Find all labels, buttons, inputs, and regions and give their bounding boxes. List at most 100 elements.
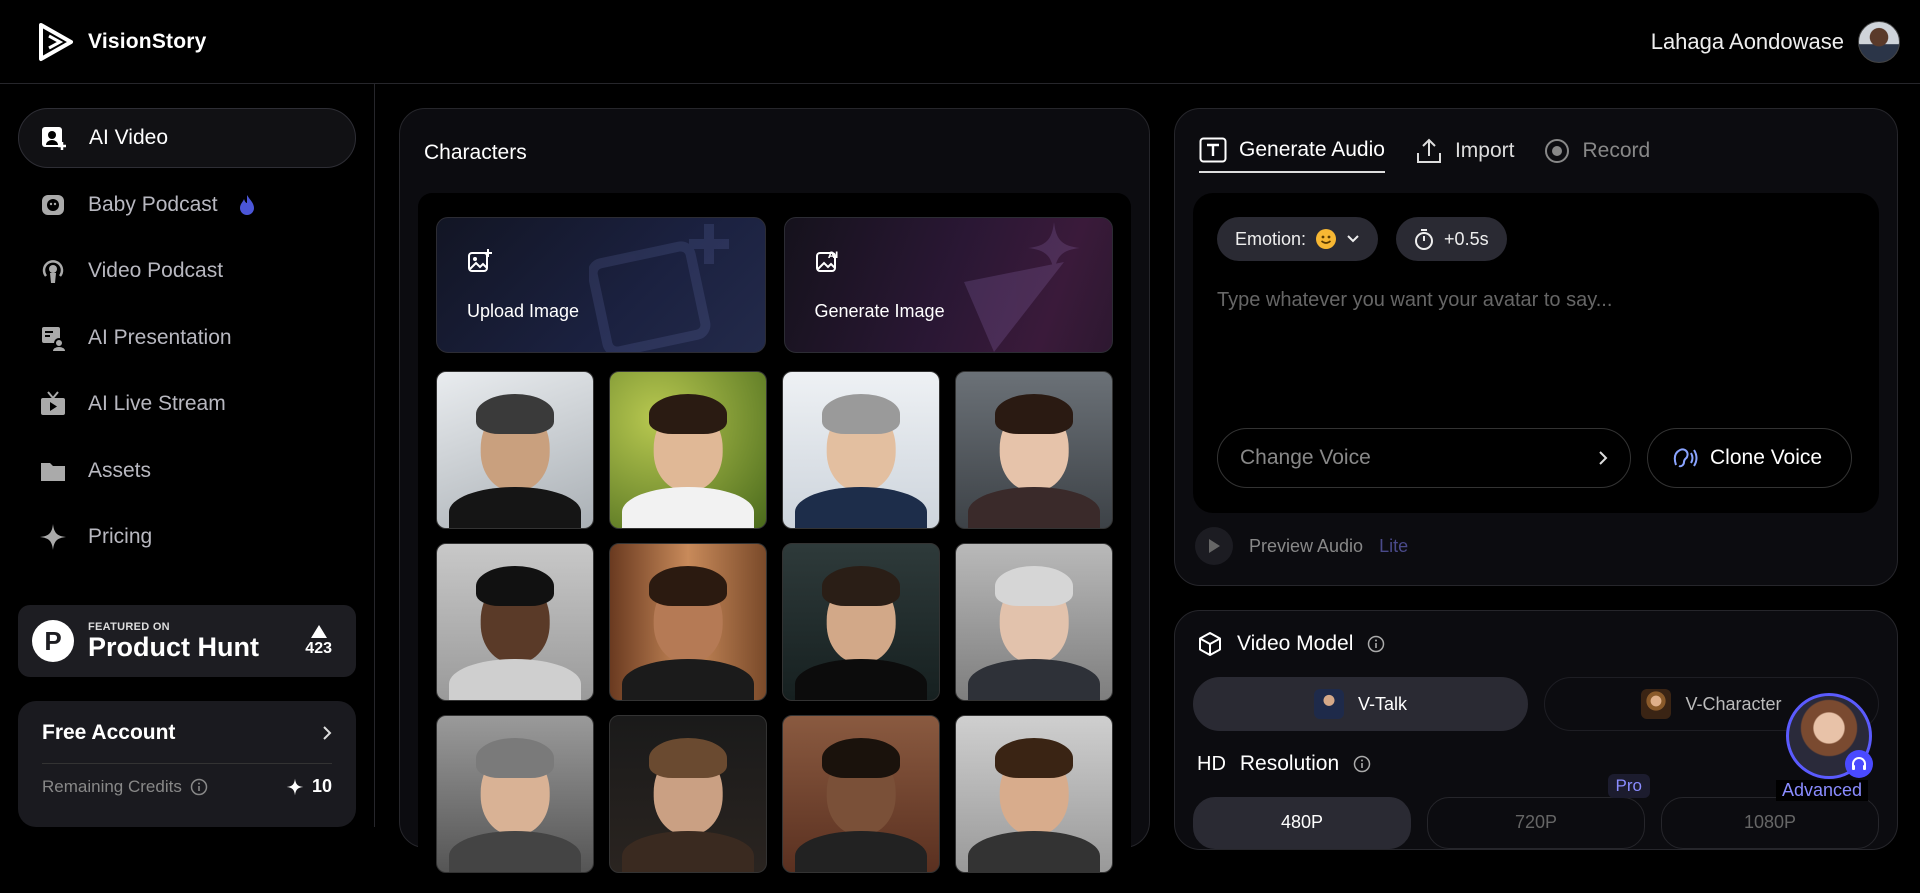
pause-label: +0.5s (1444, 228, 1489, 249)
tab-record[interactable]: Record (1544, 129, 1650, 173)
chevron-down-icon (1346, 234, 1360, 244)
video-model-header: Video Model (1193, 611, 1879, 677)
character-card[interactable] (955, 371, 1113, 529)
tab-label: Generate Audio (1239, 138, 1385, 161)
app-name: VisionStory (88, 29, 207, 53)
ai-video-icon (39, 123, 69, 153)
sidebar-item-label: AI Live Stream (88, 392, 226, 415)
folder-icon (38, 456, 68, 486)
upload-image-button[interactable]: Upload Image (436, 217, 766, 353)
info-icon[interactable] (190, 778, 208, 796)
headset-icon (1845, 750, 1873, 778)
support-avatar-button[interactable] (1786, 693, 1873, 779)
character-card[interactable] (436, 715, 594, 873)
play-button[interactable] (1195, 527, 1233, 565)
model-option-v-talk[interactable]: V-Talk (1193, 677, 1528, 731)
timer-icon (1414, 228, 1434, 250)
free-account-row[interactable]: Free Account (42, 721, 332, 764)
sparkle-icon (286, 778, 304, 796)
user-menu[interactable]: Lahaga Aondowase (1651, 20, 1900, 63)
chevron-right-icon (1598, 450, 1608, 466)
script-editor: Emotion: +0.5s Type whatever you want yo… (1193, 193, 1879, 513)
character-card[interactable] (609, 715, 767, 873)
sidebar-item-assets[interactable]: Assets (18, 441, 356, 501)
info-icon[interactable] (1367, 635, 1385, 653)
preview-audio-row: Preview Audio Lite (1193, 513, 1879, 579)
sidebar-item-ai-video[interactable]: AI Video (18, 108, 356, 168)
character-card[interactable] (436, 371, 594, 529)
product-hunt-votes: 423 (305, 624, 342, 658)
tab-label: Record (1582, 139, 1651, 162)
svg-text:AI: AI (828, 251, 838, 261)
account-card: Free Account Remaining Credits 10 (18, 701, 356, 827)
resolution-label: 720P (1514, 812, 1558, 832)
advanced-label[interactable]: Advanced (1776, 780, 1869, 801)
resolution-label: 480P (1280, 812, 1324, 832)
podcast-icon (38, 256, 68, 286)
script-input[interactable]: Type whatever you want your avatar to sa… (1217, 289, 1855, 312)
character-card[interactable] (782, 543, 940, 701)
characters-panel: Characters Upload Image AI Generate Imag… (399, 108, 1150, 893)
sidebar-item-pricing[interactable]: Pricing (18, 507, 356, 567)
character-card[interactable] (955, 543, 1113, 701)
product-hunt-logo: P (32, 620, 74, 662)
smile-emoji-icon (1316, 229, 1337, 249)
baby-podcast-icon (38, 190, 68, 220)
character-card[interactable] (782, 715, 940, 873)
upload-image-label: Upload Image (467, 301, 580, 321)
product-hunt-badge[interactable]: P FEATURED ON Product Hunt 423 (18, 605, 356, 677)
tab-label: Import (1454, 139, 1515, 162)
upload-icon (1415, 137, 1443, 165)
cube-icon (1197, 631, 1223, 657)
change-voice-label: Change Voice (1240, 446, 1371, 469)
top-bar: VisionStory Lahaga Aondowase (0, 0, 1920, 84)
voice-wave-icon (1672, 447, 1698, 469)
emotion-label: Emotion: (1235, 228, 1307, 249)
character-card[interactable] (609, 371, 767, 529)
sidebar: AI Video Baby Podcast Video Podcast AI P… (0, 84, 375, 827)
avatar[interactable] (1858, 20, 1900, 63)
sidebar-item-ai-presentation[interactable]: AI Presentation (18, 308, 356, 368)
sidebar-item-ai-live-stream[interactable]: AI Live Stream (18, 374, 356, 434)
resolution-720p[interactable]: 720P Pro (1427, 774, 1650, 849)
logo-icon (38, 22, 74, 62)
character-card[interactable] (609, 543, 767, 701)
sparkle-watermark-icon (964, 222, 1080, 352)
text-icon (1199, 137, 1227, 163)
v-talk-thumbnail (1313, 689, 1344, 719)
change-voice-button[interactable]: Change Voice (1217, 428, 1631, 488)
character-card[interactable] (436, 543, 594, 701)
sidebar-item-label: Baby Podcast (88, 192, 218, 216)
generate-image-label: Generate Image (814, 301, 945, 321)
sidebar-item-label: Pricing (88, 525, 153, 548)
audio-panel: Generate Audio Import Record Emotion: +0… (1174, 108, 1898, 586)
model-option-label: V-Character (1685, 693, 1782, 714)
video-model-title: Video Model (1237, 632, 1354, 655)
app-logo[interactable]: VisionStory (38, 22, 207, 62)
sparkle-icon (38, 522, 68, 552)
characters-gallery: Upload Image AI Generate Image (418, 193, 1131, 893)
generate-image-button[interactable]: AI Generate Image (783, 217, 1113, 353)
clone-voice-button[interactable]: Clone Voice (1647, 428, 1852, 488)
sidebar-item-label: Assets (88, 458, 152, 482)
account-title: Free Account (42, 721, 176, 744)
resolution-1080p[interactable]: 1080P (1661, 797, 1879, 849)
record-icon (1544, 138, 1570, 164)
preview-audio-label: Preview Audio (1249, 535, 1364, 556)
character-card[interactable] (782, 371, 940, 529)
clone-voice-label: Clone Voice (1710, 446, 1823, 469)
sidebar-item-video-podcast[interactable]: Video Podcast (18, 241, 356, 301)
sidebar-item-baby-podcast[interactable]: Baby Podcast (18, 175, 356, 235)
info-icon[interactable] (1353, 755, 1371, 773)
credits-count: 10 (311, 776, 332, 796)
tab-import[interactable]: Import (1415, 129, 1515, 173)
credits-row: Remaining Credits 10 (42, 764, 332, 797)
upvote-triangle-icon (310, 624, 327, 638)
resolution-label: 1080P (1743, 812, 1797, 832)
character-card[interactable] (955, 715, 1113, 873)
tab-generate-audio[interactable]: Generate Audio (1199, 129, 1385, 173)
credits-value: 10 (286, 776, 332, 797)
resolution-480p[interactable]: 480P (1193, 797, 1411, 849)
pause-button[interactable]: +0.5s (1396, 217, 1507, 261)
emotion-select[interactable]: Emotion: (1217, 217, 1379, 261)
